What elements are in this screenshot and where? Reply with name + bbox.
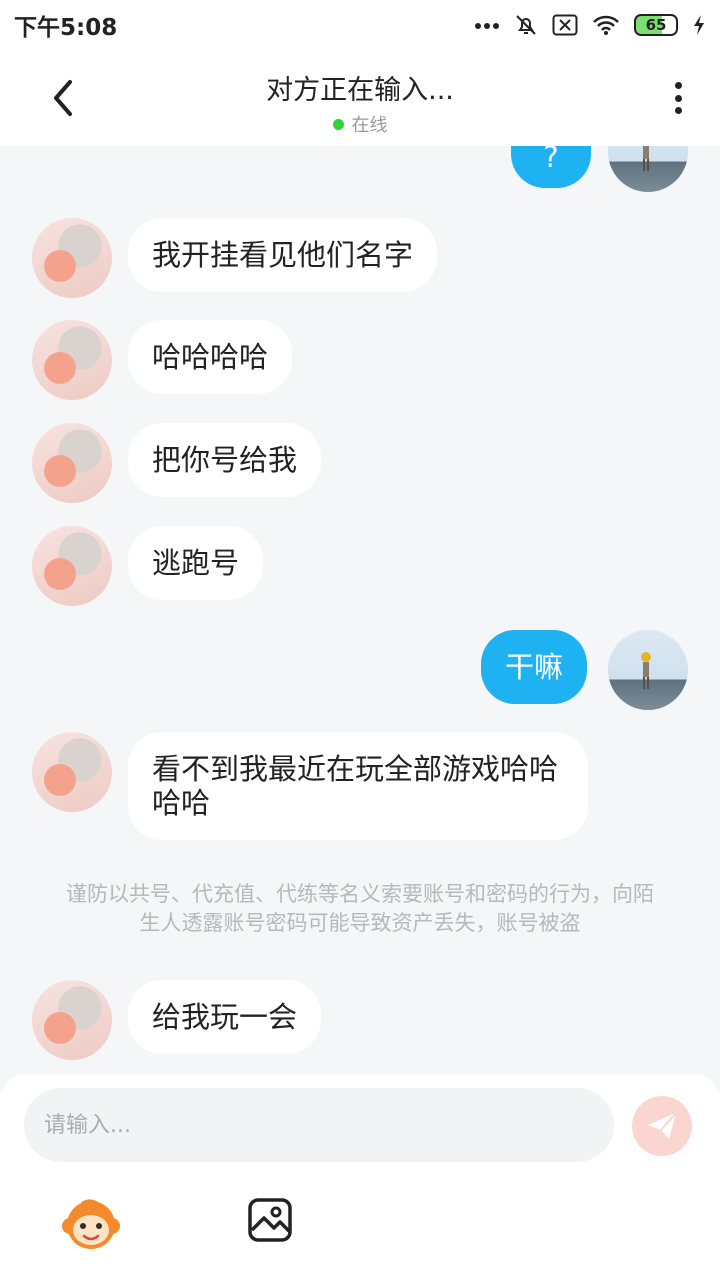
message-bubble-received[interactable]: 给我玩一会 [128, 980, 322, 1054]
contact-avatar[interactable] [32, 423, 112, 503]
online-status: 在线 [0, 111, 720, 137]
back-button[interactable] [44, 76, 84, 120]
message-bubble-received[interactable]: 看不到我最近在玩全部游戏哈哈哈哈 [128, 732, 588, 840]
security-notice: 谨防以共号、代充值、代练等名义索要账号和密码的行为，向陌生人透露账号密码可能导致… [66, 882, 654, 935]
message-bubble-sent[interactable]: 干嘛 [481, 630, 588, 704]
my-avatar[interactable] [608, 146, 688, 192]
page-title: 对方正在输入... [266, 75, 454, 106]
status-icons: 65 [474, 13, 706, 37]
image-icon [248, 1198, 292, 1242]
contact-avatar[interactable] [32, 732, 112, 812]
message-bubble-received[interactable]: 把你号给我 [128, 423, 322, 497]
contact-avatar[interactable] [32, 526, 112, 606]
status-bar: 下午5:08 65 [0, 0, 720, 50]
emoji-button[interactable] [60, 1194, 122, 1256]
charging-bolt-icon [692, 14, 706, 36]
message-input[interactable] [24, 1088, 614, 1162]
person-figure-icon [641, 652, 651, 689]
contact-avatar[interactable] [32, 218, 112, 298]
header-title-block: 对方正在输入... 在线 [0, 68, 720, 137]
monkey-face-icon [62, 1199, 120, 1249]
more-dots-icon [474, 20, 500, 30]
contact-avatar[interactable] [32, 320, 112, 400]
chevron-left-icon [54, 80, 72, 116]
message-bubble-received[interactable]: 逃跑号 [128, 526, 264, 600]
kebab-dot-icon [674, 82, 682, 89]
mute-bell-icon [514, 13, 538, 37]
more-options-button[interactable] [666, 78, 690, 118]
message-bubble-received[interactable]: 哈哈哈哈 [128, 320, 293, 394]
message-bubble-sent[interactable]: ? [511, 146, 591, 188]
image-picker-button[interactable] [246, 1196, 294, 1244]
battery-indicator: 65 [634, 14, 678, 36]
person-figure-icon [643, 146, 649, 171]
send-button[interactable] [632, 1096, 692, 1156]
sim-x-icon [552, 14, 578, 36]
message-list[interactable]: ? 我开挂看见他们名字 哈哈哈哈 把你号给我 逃跑号 干嘛 看不到我最近在玩全部… [0, 146, 720, 1074]
paper-plane-icon [648, 1112, 677, 1139]
kebab-dot-icon [674, 107, 682, 114]
kebab-dot-icon [674, 94, 682, 102]
chat-header: 对方正在输入... 在线 [0, 50, 720, 146]
contact-avatar[interactable] [32, 980, 112, 1060]
message-bubble-received[interactable]: 我开挂看见他们名字 [128, 218, 438, 292]
online-dot-icon [332, 118, 344, 130]
online-status-label: 在线 [351, 115, 388, 136]
wifi-icon [592, 14, 620, 36]
my-avatar[interactable] [608, 630, 688, 710]
status-time: 下午5:08 [14, 15, 118, 41]
chat-screen: 下午5:08 65 对方正在输入... 在线 ? 我开挂看见他们名字 哈哈哈哈 … [0, 0, 720, 1280]
composer-panel [0, 1074, 720, 1280]
